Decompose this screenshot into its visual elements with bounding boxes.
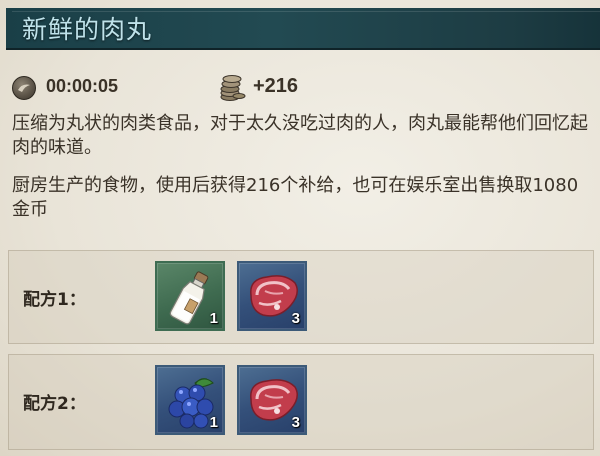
timer-icon bbox=[12, 76, 36, 100]
supply-amount: +216 bbox=[253, 75, 299, 97]
recipe-row-2: 配方2： 1 3 bbox=[8, 354, 594, 450]
title-bar: 新鲜的肉丸 bbox=[6, 8, 600, 50]
ingredient-slot-steak[interactable]: 3 bbox=[237, 365, 307, 435]
ingredient-quantity: 3 bbox=[291, 310, 300, 327]
supply-coins-icon bbox=[219, 72, 247, 102]
ingredient-slot-blueberries[interactable]: 1 bbox=[155, 365, 225, 435]
recipe-label: 配方1： bbox=[23, 290, 86, 310]
ingredient-slot-milk[interactable]: 1 bbox=[155, 261, 225, 331]
ingredient-slot-steak[interactable]: 3 bbox=[237, 261, 307, 331]
stats-row: 00:00:05 +216 bbox=[12, 72, 592, 104]
item-title: 新鲜的肉丸 bbox=[22, 15, 153, 44]
recipe-row-1: 配方1： 1 3 bbox=[8, 250, 594, 344]
ingredient-quantity: 1 bbox=[209, 414, 218, 431]
recipe-label: 配方2： bbox=[23, 394, 86, 414]
item-description: 压缩为丸状的肉类食品，对于太久没吃过肉的人，肉丸最能帮他们回忆起肉的味道。 bbox=[12, 113, 588, 158]
production-time: 00:00:05 bbox=[46, 76, 119, 96]
ingredient-quantity: 3 bbox=[291, 414, 300, 431]
item-usage-info: 厨房生产的食物，使用后获得216个补给，也可在娱乐室出售换取1080金币 bbox=[12, 175, 579, 220]
ingredient-quantity: 1 bbox=[209, 310, 218, 327]
